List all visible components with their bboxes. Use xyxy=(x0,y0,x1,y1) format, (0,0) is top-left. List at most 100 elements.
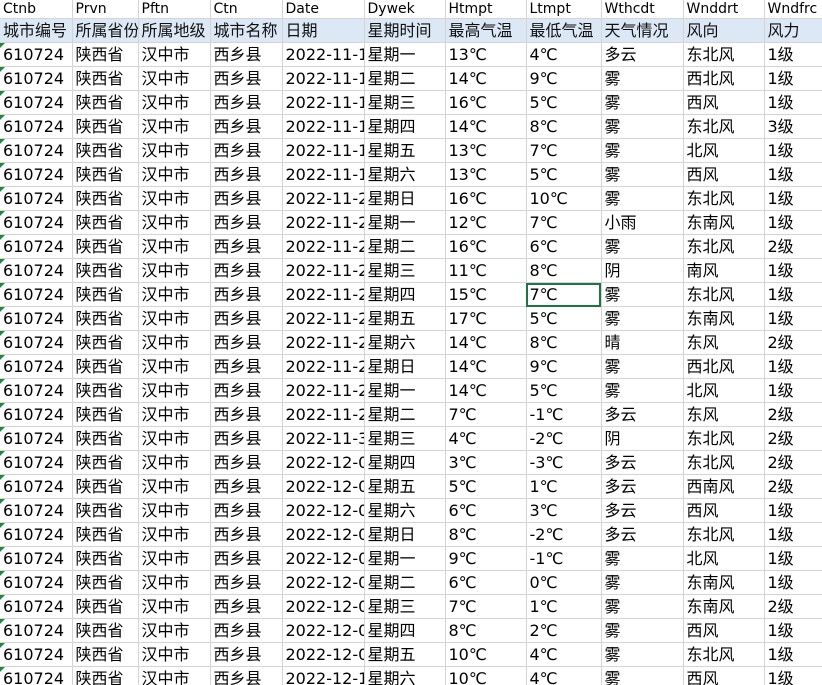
cell-wndfrc[interactable]: 1级 xyxy=(764,618,822,643)
cell-wnddrt[interactable]: 东风 xyxy=(683,330,765,355)
cell-prvn[interactable]: 陕西省 xyxy=(72,282,139,307)
cell-dywek[interactable]: 星期一 xyxy=(364,42,446,67)
cell-htmpt[interactable]: 17℃ xyxy=(445,306,527,331)
cell-ctnb[interactable]: 610724 xyxy=(0,618,73,643)
cell-prvn[interactable]: 陕西省 xyxy=(72,546,139,571)
cell-wndfrc[interactable]: 1级 xyxy=(764,378,822,403)
cell-date[interactable]: 2022-11-20 xyxy=(282,186,365,211)
cell-wndfrc[interactable]: 1级 xyxy=(764,546,822,571)
header-code-ctn[interactable]: Ctn xyxy=(210,0,283,19)
cell-htmpt[interactable]: 8℃ xyxy=(445,618,527,643)
cell-wthcdt[interactable]: 阴 xyxy=(601,258,684,283)
cell-ltmpt[interactable]: -1℃ xyxy=(526,402,602,427)
cell-wthcdt[interactable]: 多云 xyxy=(601,498,684,523)
cell-pftn[interactable]: 汉中市 xyxy=(138,114,211,139)
cell-htmpt[interactable]: 14℃ xyxy=(445,354,527,379)
header-code-wndfrc[interactable]: Wndfrc xyxy=(764,0,822,19)
cell-ctnb[interactable]: 610724 xyxy=(0,642,73,667)
cell-ctn[interactable]: 西乡县 xyxy=(210,138,283,163)
header-label-dywek[interactable]: 星期时间 xyxy=(364,18,446,43)
cell-dywek[interactable]: 星期日 xyxy=(364,186,446,211)
cell-pftn[interactable]: 汉中市 xyxy=(138,306,211,331)
cell-ctnb[interactable]: 610724 xyxy=(0,402,73,427)
cell-wthcdt[interactable]: 雾 xyxy=(601,66,684,91)
cell-wthcdt[interactable]: 雾 xyxy=(601,354,684,379)
cell-dywek[interactable]: 星期日 xyxy=(364,522,446,547)
cell-wthcdt[interactable]: 晴 xyxy=(601,330,684,355)
cell-pftn[interactable]: 汉中市 xyxy=(138,186,211,211)
cell-prvn[interactable]: 陕西省 xyxy=(72,114,139,139)
cell-htmpt[interactable]: 16℃ xyxy=(445,234,527,259)
cell-date[interactable]: 2022-11-28 xyxy=(282,378,365,403)
cell-ctnb[interactable]: 610724 xyxy=(0,378,73,403)
cell-wnddrt[interactable]: 西南风 xyxy=(683,474,765,499)
cell-ctn[interactable]: 西乡县 xyxy=(210,522,283,547)
cell-prvn[interactable]: 陕西省 xyxy=(72,66,139,91)
cell-pftn[interactable]: 汉中市 xyxy=(138,162,211,187)
cell-prvn[interactable]: 陕西省 xyxy=(72,162,139,187)
cell-ctnb[interactable]: 610724 xyxy=(0,282,73,307)
cell-ctnb[interactable]: 610724 xyxy=(0,66,73,91)
cell-pftn[interactable]: 汉中市 xyxy=(138,474,211,499)
cell-prvn[interactable]: 陕西省 xyxy=(72,474,139,499)
cell-ltmpt[interactable]: 1℃ xyxy=(526,594,602,619)
cell-prvn[interactable]: 陕西省 xyxy=(72,618,139,643)
header-label-wthcdt[interactable]: 天气情况 xyxy=(601,18,684,43)
cell-prvn[interactable]: 陕西省 xyxy=(72,522,139,547)
cell-prvn[interactable]: 陕西省 xyxy=(72,258,139,283)
header-code-ctnb[interactable]: Ctnb xyxy=(0,0,73,19)
cell-ltmpt[interactable]: 4℃ xyxy=(526,642,602,667)
cell-htmpt[interactable]: 11℃ xyxy=(445,258,527,283)
cell-wthcdt[interactable]: 多云 xyxy=(601,522,684,547)
cell-wthcdt[interactable]: 多云 xyxy=(601,402,684,427)
cell-ctnb[interactable]: 610724 xyxy=(0,450,73,475)
cell-htmpt[interactable]: 15℃ xyxy=(445,282,527,307)
cell-ctn[interactable]: 西乡县 xyxy=(210,666,283,685)
cell-wthcdt[interactable]: 雾 xyxy=(601,162,684,187)
cell-htmpt[interactable]: 14℃ xyxy=(445,330,527,355)
cell-pftn[interactable]: 汉中市 xyxy=(138,450,211,475)
cell-wndfrc[interactable]: 1级 xyxy=(764,354,822,379)
cell-dywek[interactable]: 星期一 xyxy=(364,210,446,235)
cell-htmpt[interactable]: 4℃ xyxy=(445,426,527,451)
cell-date[interactable]: 2022-12-09 xyxy=(282,642,365,667)
cell-ctn[interactable]: 西乡县 xyxy=(210,234,283,259)
header-code-dywek[interactable]: Dywek xyxy=(364,0,446,19)
cell-dywek[interactable]: 星期三 xyxy=(364,258,446,283)
cell-wndfrc[interactable]: 1级 xyxy=(764,42,822,67)
cell-dywek[interactable]: 星期五 xyxy=(364,306,446,331)
cell-ctn[interactable]: 西乡县 xyxy=(210,114,283,139)
cell-dywek[interactable]: 星期日 xyxy=(364,354,446,379)
cell-date[interactable]: 2022-11-25 xyxy=(282,306,365,331)
cell-wnddrt[interactable]: 西风 xyxy=(683,618,765,643)
cell-wnddrt[interactable]: 南风 xyxy=(683,258,765,283)
cell-prvn[interactable]: 陕西省 xyxy=(72,402,139,427)
cell-prvn[interactable]: 陕西省 xyxy=(72,330,139,355)
cell-wthcdt[interactable]: 阴 xyxy=(601,426,684,451)
cell-dywek[interactable]: 星期三 xyxy=(364,594,446,619)
selected-cell-ltmpt[interactable]: 7℃ xyxy=(526,282,602,307)
cell-wthcdt[interactable]: 雾 xyxy=(601,186,684,211)
cell-ltmpt[interactable]: 2℃ xyxy=(526,618,602,643)
cell-ltmpt[interactable]: 1℃ xyxy=(526,474,602,499)
cell-ltmpt[interactable]: 9℃ xyxy=(526,354,602,379)
cell-date[interactable]: 2022-12-06 xyxy=(282,570,365,595)
cell-date[interactable]: 2022-11-16 xyxy=(282,90,365,115)
cell-date[interactable]: 2022-11-29 xyxy=(282,402,365,427)
cell-wnddrt[interactable]: 东南风 xyxy=(683,306,765,331)
cell-prvn[interactable]: 陕西省 xyxy=(72,570,139,595)
cell-wnddrt[interactable]: 东南风 xyxy=(683,594,765,619)
cell-ltmpt[interactable]: -2℃ xyxy=(526,426,602,451)
cell-htmpt[interactable]: 6℃ xyxy=(445,498,527,523)
cell-prvn[interactable]: 陕西省 xyxy=(72,210,139,235)
cell-date[interactable]: 2022-12-10 xyxy=(282,666,365,685)
header-code-pftn[interactable]: Pftn xyxy=(138,0,211,19)
cell-wthcdt[interactable]: 雾 xyxy=(601,378,684,403)
cell-dywek[interactable]: 星期四 xyxy=(364,282,446,307)
cell-date[interactable]: 2022-12-08 xyxy=(282,618,365,643)
cell-ctn[interactable]: 西乡县 xyxy=(210,618,283,643)
cell-pftn[interactable]: 汉中市 xyxy=(138,546,211,571)
cell-prvn[interactable]: 陕西省 xyxy=(72,306,139,331)
header-label-ctn[interactable]: 城市名称 xyxy=(210,18,283,43)
header-code-htmpt[interactable]: Htmpt xyxy=(445,0,527,19)
